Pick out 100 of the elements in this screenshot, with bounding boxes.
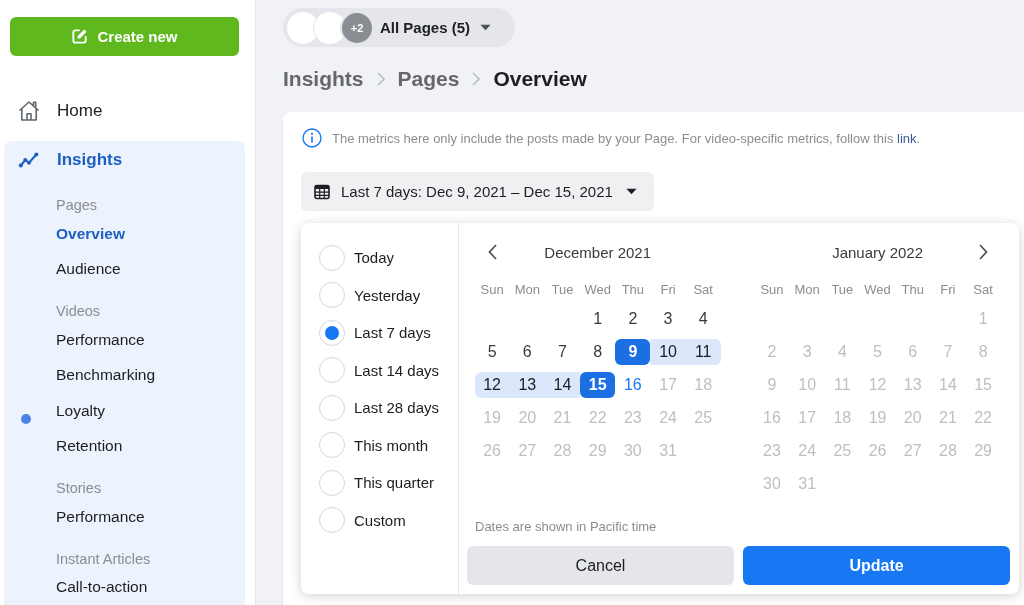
weekday-label: Sun [480, 281, 504, 297]
weekday-label: Sat [973, 281, 993, 297]
calendar-day[interactable]: 12 [474, 371, 510, 398]
breadcrumb-item[interactable]: Insights [283, 67, 364, 91]
calendar-day[interactable]: 5 [474, 338, 510, 365]
calendar-day: 23 [754, 437, 790, 464]
month-title: December 2021 [544, 243, 652, 261]
calendar-day[interactable]: 8 [580, 338, 616, 365]
calendar-day[interactable]: 4 [685, 305, 721, 332]
calendar-day: 22 [580, 404, 616, 431]
chevron-right-icon [376, 72, 385, 86]
nav-item[interactable]: Home [17, 93, 103, 129]
calendar-day: 10 [789, 371, 825, 398]
calendar-day: 1 [965, 305, 1001, 332]
primary-button[interactable]: Update [743, 546, 1010, 585]
nav-subitem[interactable]: Performance [56, 506, 145, 527]
calendar-day: 29 [580, 437, 616, 464]
nav-subitem[interactable]: Retention [56, 436, 123, 457]
weekday-label: Tue [831, 281, 854, 297]
chevron-left-icon[interactable] [487, 244, 497, 260]
preset-option[interactable]: Last 14 days [319, 351, 440, 389]
calendar-day[interactable]: 2 [615, 305, 651, 332]
chevron-right-icon [472, 72, 481, 86]
preset-option[interactable]: Custom [319, 501, 406, 539]
caret-down-icon [480, 24, 492, 31]
notice-text: The metrics here only include the posts made by your Page. For video-specific metrics, follow this link. [332, 130, 921, 146]
nav-subitem[interactable]: Overview [56, 223, 125, 244]
caret-down-icon [626, 188, 637, 195]
calendar-day[interactable]: 6 [509, 338, 545, 365]
page-switcher[interactable]: +2 All Pages (5) [283, 8, 516, 47]
calendar-day[interactable]: 1 [580, 305, 616, 332]
calendar-day: 17 [789, 404, 825, 431]
calendar-day: 21 [930, 404, 966, 431]
calendar-icon [314, 183, 330, 200]
nav-subitem[interactable]: Audience [56, 259, 121, 280]
nav-section-label: Stories [56, 479, 102, 498]
calendar-day[interactable]: 10 [650, 338, 686, 365]
calendar-day[interactable]: 3 [650, 305, 686, 332]
weekday-label: Wed [864, 281, 891, 297]
calendar-day: 25 [824, 437, 860, 464]
calendar-day: 24 [650, 404, 686, 431]
date-range-dropdown[interactable]: Last 7 days: Dec 9, 2021 – Dec 15, 2021 [301, 172, 654, 211]
calendar-day: 31 [650, 437, 686, 464]
calendar-day: 27 [509, 437, 545, 464]
preset-option[interactable]: This month [319, 426, 429, 464]
calendar-day[interactable]: 9 [615, 338, 651, 365]
calendar-day: 13 [895, 371, 931, 398]
calendar-day: 20 [895, 404, 931, 431]
calendar-day: 7 [930, 338, 966, 365]
nav-subitem[interactable]: Benchmarking [56, 365, 156, 386]
nav-item[interactable]: Insights [18, 141, 123, 179]
calendar-day[interactable]: 13 [509, 371, 545, 398]
calendar-day[interactable]: 16 [615, 371, 651, 398]
preset-option[interactable]: This quarter [319, 464, 435, 502]
house-icon [17, 99, 41, 123]
breadcrumb-item[interactable]: Pages [397, 67, 460, 91]
calendar-day[interactable]: 7 [544, 338, 581, 365]
nav-subitem[interactable]: Loyalty [56, 400, 106, 421]
link[interactable]: link [897, 130, 917, 146]
calendar-day: 23 [615, 404, 651, 431]
calendar-day[interactable]: 11 [685, 338, 721, 365]
nav-section-label: Videos [56, 302, 101, 321]
calendar-day: 25 [685, 404, 721, 431]
calendar-day: 14 [930, 371, 966, 398]
preset-option[interactable]: Today [319, 239, 395, 277]
calendar-day[interactable]: 15 [580, 371, 616, 398]
calendar-day: 5 [859, 338, 896, 365]
weekday-label: Fri [940, 281, 956, 297]
chevron-right-icon[interactable] [978, 244, 988, 260]
calendar-day: 28 [544, 437, 581, 464]
calendar-day[interactable]: 14 [544, 371, 581, 398]
nav-subitem[interactable]: Performance [56, 329, 145, 350]
calendar-day: 26 [474, 437, 510, 464]
preset-option[interactable]: Last 28 days [319, 389, 440, 427]
calendar-day: 31 [789, 470, 825, 497]
edit-icon [71, 28, 89, 45]
preset-option[interactable]: Last 7 days [319, 314, 431, 352]
secondary-button[interactable]: Cancel [467, 546, 734, 585]
calendar-day: 29 [965, 437, 1001, 464]
nav-subitem[interactable]: Call-to-action [56, 577, 148, 598]
breadcrumb-item: Overview [493, 67, 587, 91]
calendar-day: 26 [859, 437, 896, 464]
calendar-day: 19 [474, 404, 510, 431]
info-icon [302, 128, 322, 148]
calendar-day: 30 [615, 437, 651, 464]
weekday-label: Tue [551, 281, 574, 297]
calendar-day: 8 [965, 338, 1001, 365]
nav-section-label: Instant Articles [56, 549, 151, 569]
calendar-day: 21 [544, 404, 581, 431]
calendar-day: 15 [965, 371, 1001, 398]
weekday-label: Thu [901, 281, 924, 297]
calendar-day: 20 [509, 404, 545, 431]
calendar-day: 11 [824, 371, 860, 398]
calendar-day: 12 [859, 371, 896, 398]
weekday-label: Mon [794, 281, 820, 297]
month-title: January 2022 [832, 243, 924, 261]
weekday-label: Mon [514, 281, 540, 297]
preset-option[interactable]: Yesterday [319, 276, 421, 314]
calendar-day: 28 [930, 437, 966, 464]
calendar-day: 2 [754, 338, 790, 365]
